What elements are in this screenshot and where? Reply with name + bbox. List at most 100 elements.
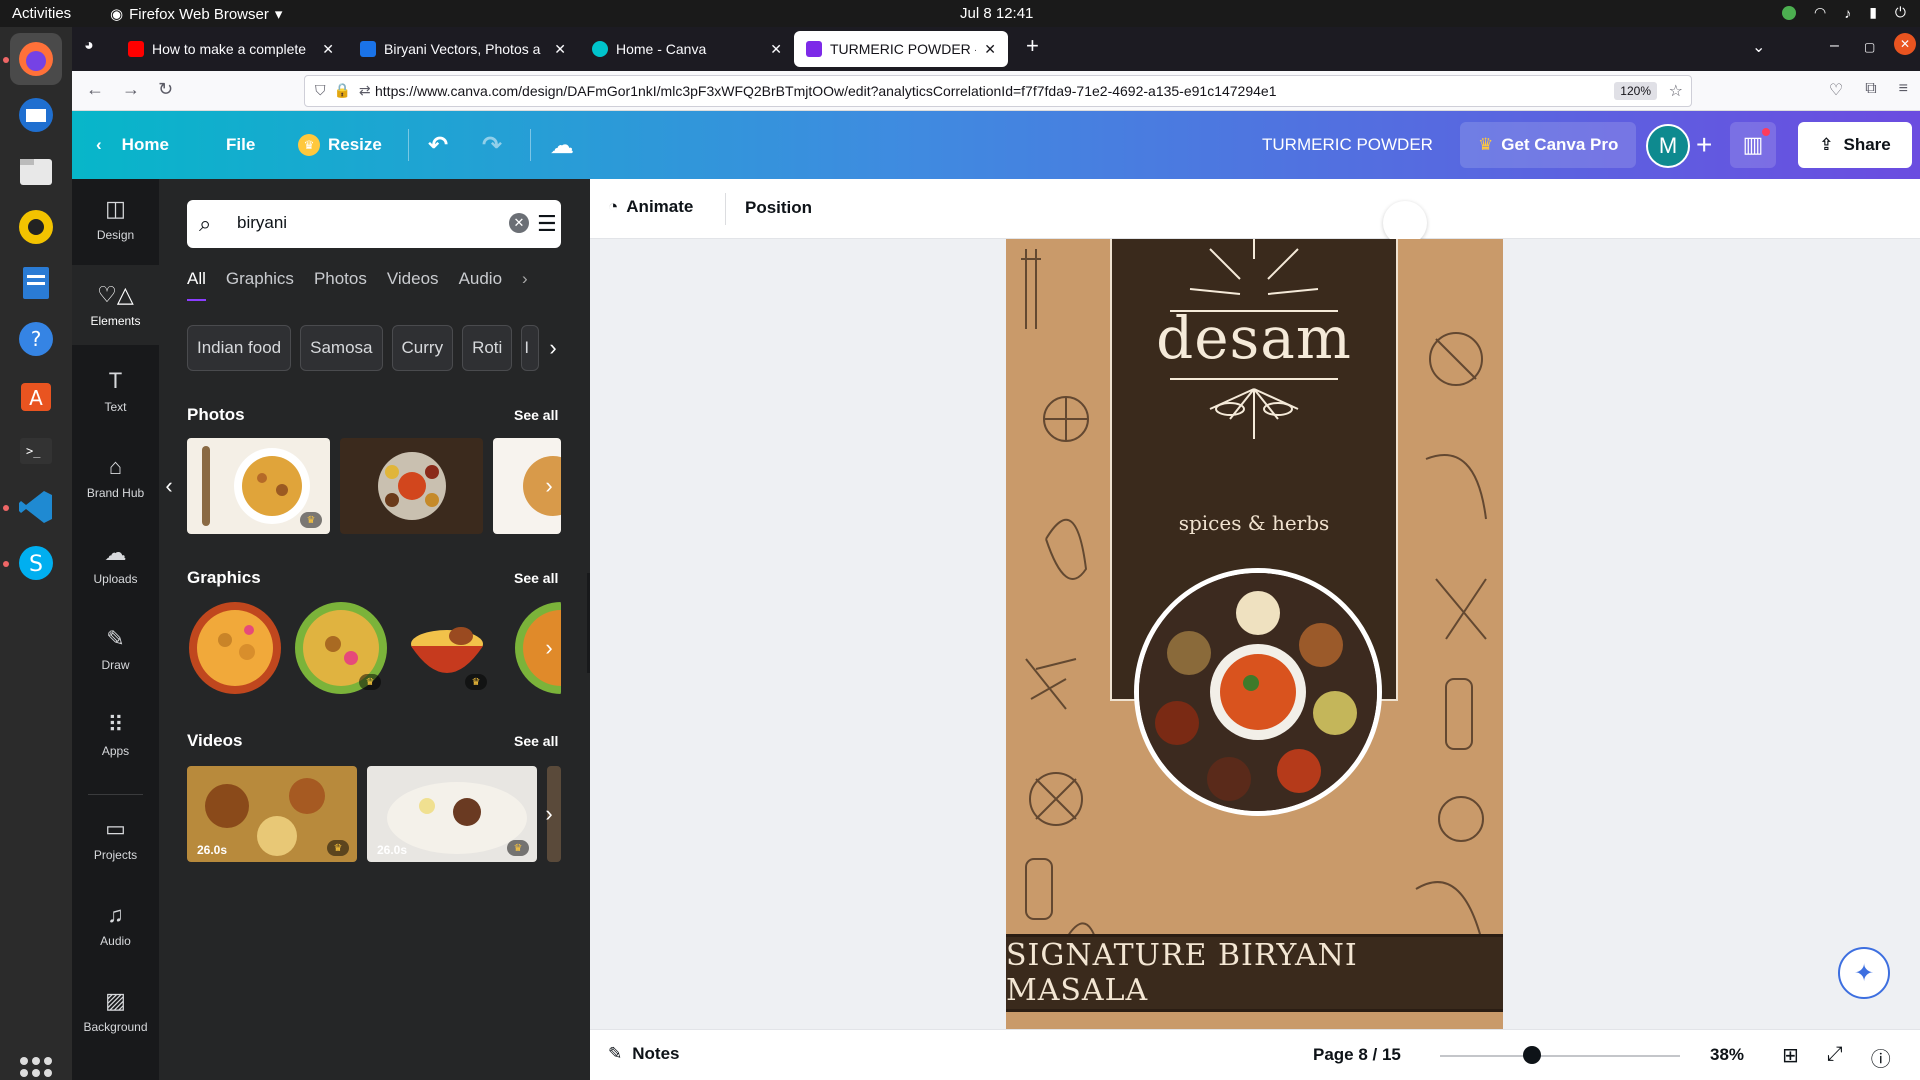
dock-files[interactable] [10,145,62,197]
chip-curry[interactable]: Curry [391,325,454,371]
pocket-icon[interactable]: ♡ [1829,80,1843,100]
menu-icon[interactable]: ≡ [1899,80,1908,100]
graphic-thumbnail[interactable] [187,600,283,696]
forward-icon[interactable]: → [122,79,140,100]
close-window-icon[interactable]: ✕ [1894,33,1916,55]
brand-tagline[interactable]: spices & herbs [1110,511,1398,535]
photos-see-all[interactable]: See all [514,407,558,423]
file-menu-button[interactable]: File [226,111,255,179]
filter-icon[interactable]: ☰ [537,211,557,237]
photo-thumbnail[interactable] [340,438,483,534]
close-tab-icon[interactable]: ✕ [554,41,566,58]
cloud-saved-icon[interactable]: ☁ [550,111,574,179]
chip-samosa[interactable]: Samosa [300,325,383,371]
avatar[interactable]: M [1646,124,1690,168]
design-page[interactable]: desam spices & herbs SIGNATURE BIRYANI M… [1006,239,1503,1029]
system-tray[interactable]: ◠ ♪ ▮ ⏻ [1781,4,1906,21]
tab-graphics[interactable]: Graphics [226,269,294,301]
resize-button[interactable]: ♛ Resize [298,111,382,179]
dock-writer[interactable] [10,257,62,309]
home-button[interactable]: ‹ Home [96,111,169,179]
grid-view-icon[interactable]: ⊞ [1782,1043,1799,1072]
fullscreen-icon[interactable]: ⤢ [1827,1043,1843,1072]
photos-prev-icon[interactable]: ‹ [157,466,181,506]
dock-help[interactable]: ? [10,313,62,365]
rail-item-background[interactable]: ▨ Background [72,971,159,1051]
zoom-slider[interactable] [1440,1055,1680,1057]
rail-item-uploads[interactable]: ☁ Uploads [72,523,159,603]
design-title[interactable]: TURMERIC POWDER [1262,111,1433,179]
dock-software[interactable]: A [10,369,62,421]
chip-partial[interactable]: I [521,325,540,371]
list-tabs-icon[interactable]: ⌄ [1752,37,1765,57]
site-info-icon[interactable]: ⛉🔒⇄ [315,82,379,99]
clear-search-icon[interactable]: ✕ [509,213,529,233]
extensions-icon[interactable]: ⧉ [1865,80,1876,100]
browser-tab[interactable]: Home - Canva ✕ [580,31,794,67]
rail-item-brand-hub[interactable]: ⌂ Brand Hub [72,437,159,517]
redo-icon[interactable]: ↷ [482,111,502,179]
close-tab-icon[interactable]: ✕ [770,41,782,58]
undo-icon[interactable]: ↶ [428,111,448,179]
show-apps-icon[interactable] [20,1057,52,1080]
video-thumbnail[interactable]: 26.0s ♛ [187,766,357,862]
close-tab-icon[interactable]: ✕ [984,41,996,58]
url-bar[interactable]: ⛉🔒⇄ https://www.canva.com/design/DAFmGor… [304,75,1692,107]
bookmark-star-icon[interactable]: ☆ [1669,81,1683,101]
back-icon[interactable]: ← [86,79,104,100]
zoom-indicator[interactable]: 120% [1614,82,1657,100]
videos-next-icon[interactable]: › [537,794,561,834]
dock-firefox[interactable] [10,33,62,85]
graphics-next-icon[interactable]: › [537,628,561,668]
maximize-icon[interactable]: ▢ [1864,40,1875,54]
photo-thumbnail[interactable]: ♛ [187,438,330,534]
new-tab-icon[interactable]: + [1026,33,1039,59]
photos-next-icon[interactable]: › [537,466,561,506]
tab-videos[interactable]: Videos [387,269,439,301]
reload-icon[interactable]: ↻ [158,79,173,100]
video-thumbnail[interactable]: 26.0s ♛ [367,766,537,862]
dock-vscode[interactable] [10,481,62,533]
search-input[interactable]: ⌕ biryani ✕ ☰ [187,200,561,248]
rail-item-audio[interactable]: ♫ Audio [72,885,159,965]
zoom-percent[interactable]: 38% [1710,1045,1744,1065]
browser-tab[interactable]: How to make a complete ✕ [116,31,346,67]
videos-see-all[interactable]: See all [514,733,558,749]
product-title[interactable]: SIGNATURE BIRYANI MASALA [1006,934,1503,1012]
dock-rhythmbox[interactable] [10,201,62,253]
dock-thunderbird[interactable] [10,89,62,141]
dock-skype[interactable]: S [10,537,62,589]
graphic-thumbnail[interactable]: ♛ [399,600,495,696]
rail-item-text[interactable]: T Text [72,351,159,431]
browser-tab[interactable]: Biryani Vectors, Photos a ✕ [348,31,578,67]
chips-next-icon[interactable]: › [541,328,565,368]
clock[interactable]: Jul 8 12:41 [960,5,1033,22]
close-tab-icon[interactable]: ✕ [322,41,334,58]
insights-button[interactable]: ▥ [1730,122,1776,168]
position-button[interactable]: Position [745,198,812,218]
magic-assistant-icon[interactable]: ✦ [1838,947,1890,999]
brand-name[interactable]: desam [1110,304,1398,372]
rail-item-design[interactable]: ◫ Design [72,179,159,259]
add-collaborator-icon[interactable]: + [1696,129,1712,161]
minimize-icon[interactable]: – [1830,37,1839,55]
app-menu[interactable]: ◉ Firefox Web Browser ▾ [110,5,282,24]
rail-item-draw[interactable]: ✎ Draw [72,609,159,689]
spice-plate-photo[interactable] [1134,568,1382,816]
graphics-see-all[interactable]: See all [514,570,558,586]
tab-audio[interactable]: Audio [459,269,502,301]
zoom-slider-handle[interactable] [1523,1046,1541,1064]
share-button[interactable]: ⇪ Share [1798,122,1912,168]
rail-item-elements[interactable]: ♡△ Elements [72,265,159,345]
graphic-thumbnail[interactable]: ♛ [293,600,389,696]
get-canva-pro-button[interactable]: ♛ Get Canva Pro [1460,122,1637,168]
chip-indian-food[interactable]: Indian food [187,325,292,371]
rail-item-projects[interactable]: ▭ Projects [72,799,159,879]
chip-roti[interactable]: Roti [462,325,513,371]
browser-tab-active[interactable]: TURMERIC POWDER - Yo ✕ [794,31,1008,67]
activities-button[interactable]: Activities [12,5,71,22]
tab-all[interactable]: All [187,269,206,301]
page-indicator[interactable]: Page 8 / 15 [1313,1045,1401,1065]
tab-photos[interactable]: Photos [314,269,367,301]
animate-button[interactable]: ◔ Animate [608,197,693,217]
